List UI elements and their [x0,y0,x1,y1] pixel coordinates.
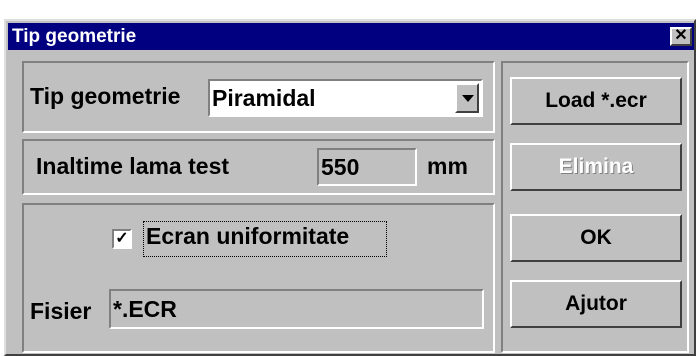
title-bar: Tip geometrie ✕ [8,23,694,50]
remove-button[interactable]: Elimina [510,143,682,191]
close-button[interactable]: ✕ [670,27,692,46]
geometry-label: Tip geometrie [30,83,181,109]
file-value: *.ECR [113,296,177,322]
help-button[interactable]: Ajutor [510,280,682,328]
close-icon: ✕ [674,27,688,44]
check-icon: ✓ [115,230,129,247]
height-label: Inaltime lama test [36,153,230,179]
load-ecr-button[interactable]: Load *.ecr [510,77,682,125]
height-unit: mm [427,153,468,179]
chevron-down-icon[interactable] [455,83,479,113]
uniformity-group: ✓ Ecran uniformitate Fisier *.ECR [22,203,495,353]
dialog-window: Tip geometrie ✕ Tip geometrie Piramidal … [4,19,696,356]
ok-button[interactable]: OK [510,214,682,262]
geometry-dropdown[interactable]: Piramidal [208,79,483,117]
height-group: Inaltime lama test 550 mm [22,139,495,195]
geometry-selected-value: Piramidal [212,85,316,111]
window-title: Tip geometrie [12,26,137,47]
uniformity-checkbox-label[interactable]: Ecran uniformitate [146,223,349,250]
file-input[interactable]: *.ECR [109,289,484,329]
uniformity-checkbox[interactable]: ✓ [112,229,132,249]
height-input[interactable]: 550 [317,148,417,186]
geometry-group: Tip geometrie Piramidal [22,61,495,133]
height-value: 550 [321,154,360,180]
file-label: Fisier [30,298,92,324]
